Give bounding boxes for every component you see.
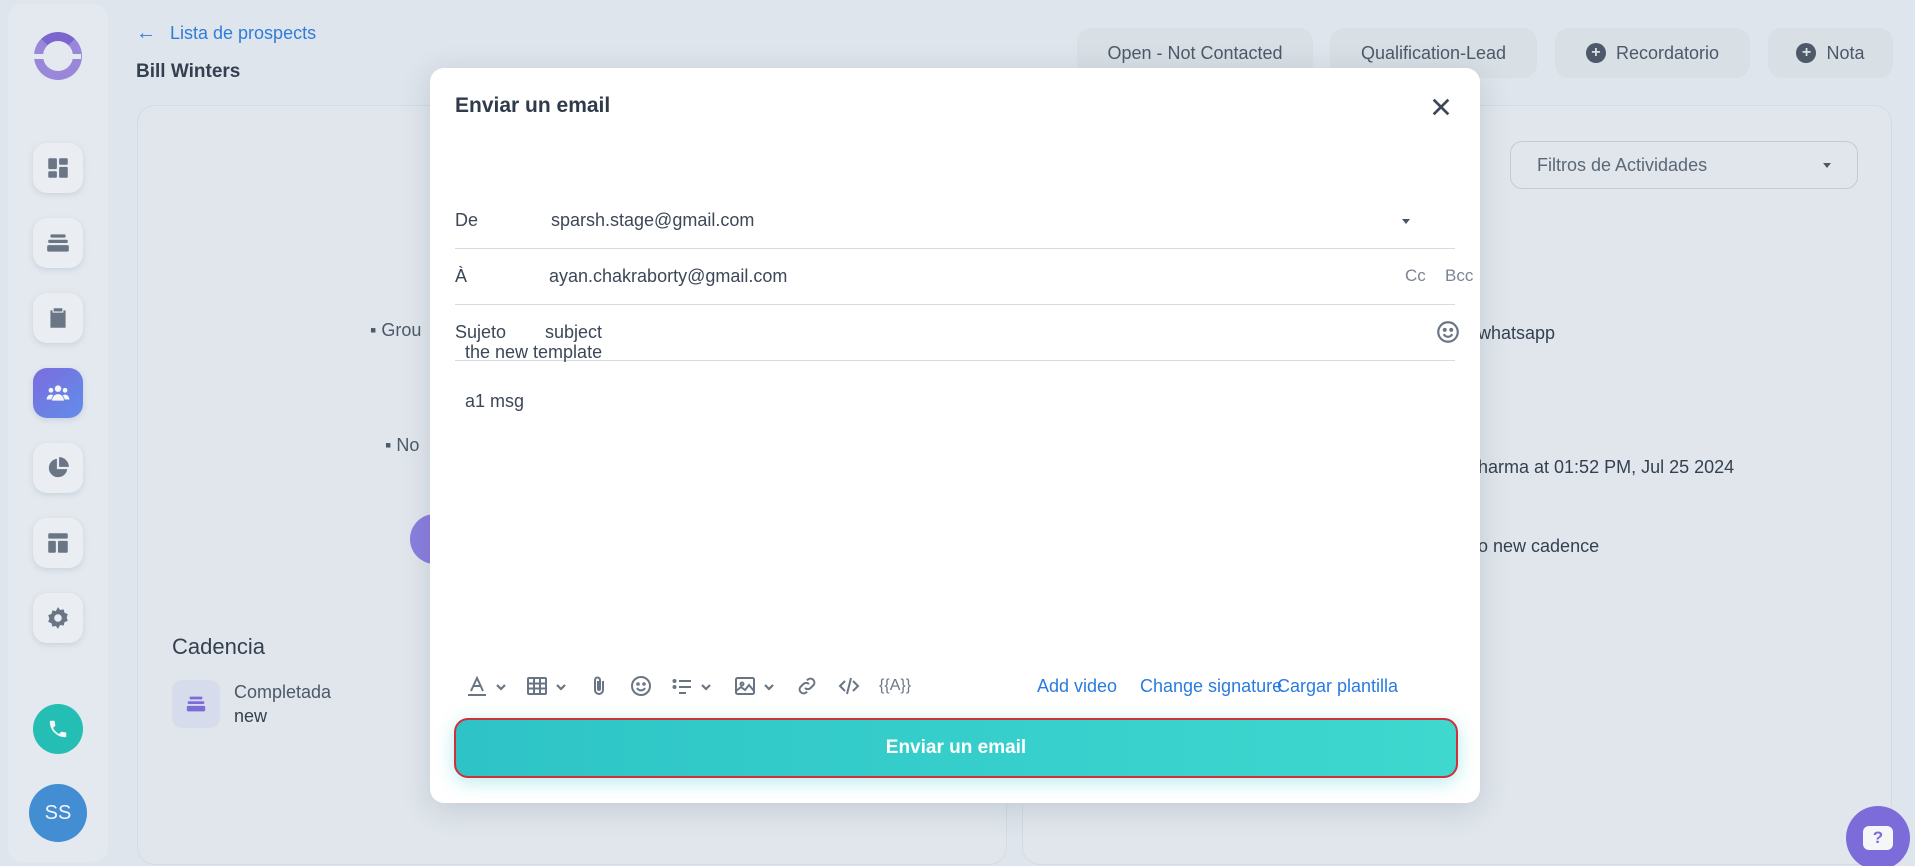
from-value[interactable]: sparsh.stage@gmail.com (551, 210, 754, 231)
text-color-icon (468, 675, 486, 696)
chevron-down-icon (495, 680, 507, 692)
emoji-icon[interactable] (1435, 319, 1461, 345)
close-icon[interactable] (1426, 92, 1456, 122)
from-field[interactable]: De sparsh.stage@gmail.com (455, 193, 1455, 249)
chevron-down-icon (700, 680, 712, 692)
to-value[interactable]: ayan.chakraborty@gmail.com (549, 266, 787, 287)
to-label: À (455, 266, 468, 286)
send-email-button[interactable]: Enviar un email (454, 718, 1458, 778)
bcc-button[interactable]: Bcc (1445, 266, 1473, 286)
table-icon (527, 677, 547, 695)
to-field[interactable]: À ayan.chakraborty@gmail.com Cc Bcc (455, 249, 1473, 305)
subject-value[interactable]: subject (545, 322, 602, 343)
caret-down-icon[interactable] (1402, 219, 1410, 224)
editor-toolbar: {{A}} Add video Change signature Cargar … (465, 666, 1465, 706)
subject-field[interactable]: Sujeto subject (455, 305, 1459, 361)
insert-variable-button[interactable]: {{A}} (879, 672, 911, 700)
subject-label: Sujeto (455, 322, 507, 342)
link-icon[interactable] (795, 672, 819, 700)
text-color-button[interactable] (465, 672, 507, 700)
image-icon (735, 677, 755, 695)
email-body-line[interactable]: the new template (465, 342, 602, 363)
load-template-link[interactable]: Cargar plantilla (1277, 676, 1398, 697)
modal-title: Enviar un email (455, 94, 611, 117)
image-button[interactable] (733, 672, 775, 700)
cc-button[interactable]: Cc (1405, 266, 1426, 286)
send-email-modal: Enviar un email De sparsh.stage@gmail.co… (430, 68, 1480, 803)
table-button[interactable] (525, 672, 567, 700)
code-icon[interactable] (837, 672, 861, 700)
list-icon (672, 679, 691, 694)
from-label: De (455, 210, 479, 230)
list-button[interactable] (670, 672, 712, 700)
add-video-link[interactable]: Add video (1037, 676, 1117, 697)
emoji-icon[interactable] (629, 672, 653, 700)
chevron-down-icon (763, 680, 775, 692)
attachment-icon[interactable] (587, 672, 611, 700)
email-body-line[interactable]: a1 msg (465, 391, 524, 412)
chevron-down-icon (555, 680, 567, 692)
change-signature-link[interactable]: Change signature (1140, 676, 1282, 697)
